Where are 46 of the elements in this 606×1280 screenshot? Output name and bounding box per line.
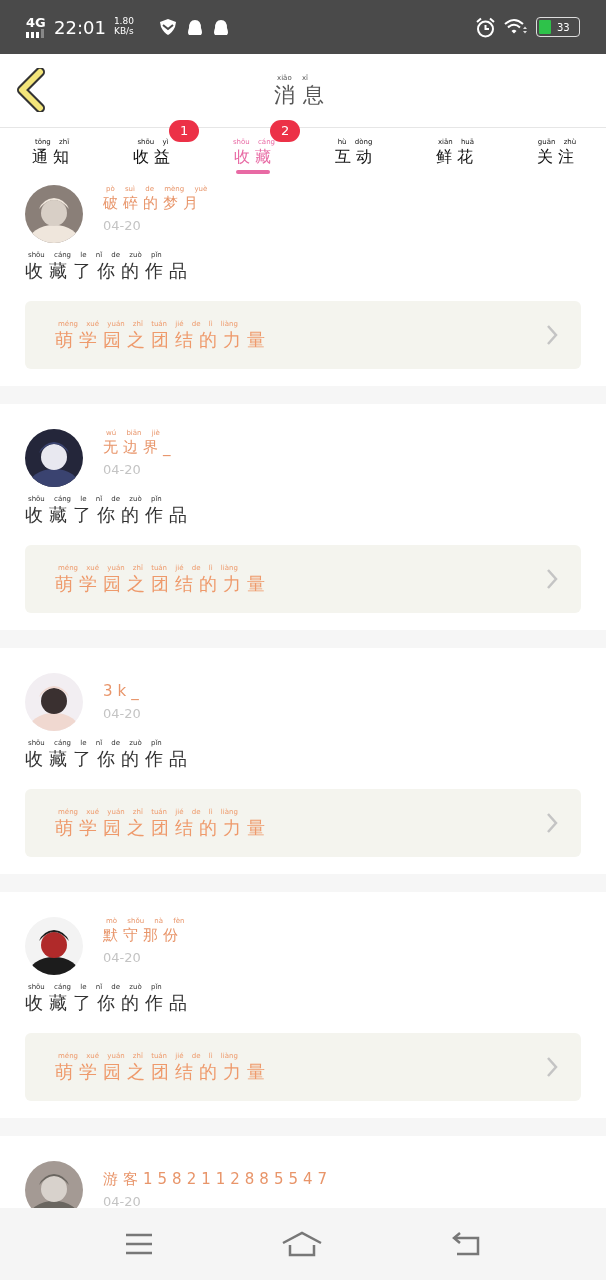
work-title: 萌学园之团结的力量	[55, 328, 271, 351]
tab[interactable]: 收益	[128, 146, 175, 167]
chevron-right-icon	[545, 324, 559, 346]
shield-icon	[157, 18, 178, 36]
tab[interactable]: 收藏	[229, 146, 276, 167]
tab[interactable]: 关注	[532, 146, 579, 167]
speed-unit: KB/s	[113, 27, 134, 37]
status-time: 22:01	[54, 15, 106, 40]
user-name[interactable]: 默守那份	[103, 926, 183, 944]
battery-icon	[539, 20, 551, 34]
wifi-icon	[504, 18, 528, 36]
message-date: 04-20	[103, 217, 142, 235]
page-title: 消息	[274, 83, 332, 107]
signal-icon	[26, 29, 46, 38]
count-badge: 1	[169, 120, 200, 142]
menu-icon[interactable]	[123, 1232, 154, 1256]
user-name[interactable]: 破碎的梦月	[103, 194, 203, 212]
back-icon[interactable]	[16, 68, 46, 112]
chevron-right-icon	[545, 812, 559, 834]
tab[interactable]: 通知	[27, 146, 74, 167]
work-title: 萌学园之团结的力量	[55, 1060, 271, 1083]
message-date: 04-20	[103, 461, 142, 479]
battery-level: 33	[557, 20, 570, 35]
work-title: 萌学园之团结的力量	[55, 816, 271, 839]
user-name[interactable]: 游客1582112885547	[103, 1170, 333, 1188]
penguin-icon	[185, 18, 204, 36]
user-name[interactable]: 无边界_	[103, 438, 176, 456]
message-date: 04-20	[103, 1193, 142, 1208]
user-name[interactable]: 3k_	[103, 682, 144, 700]
penguin-icon	[211, 18, 230, 36]
tab[interactable]: 鲜花	[431, 146, 478, 167]
message-date: 04-20	[103, 705, 142, 723]
tab-indicator	[235, 170, 270, 174]
message-text: 收藏了你的作品	[25, 748, 193, 770]
chevron-right-icon	[545, 1056, 559, 1078]
message-text: 收藏了你的作品	[25, 504, 193, 526]
network-speed: 1.80	[113, 17, 134, 27]
chevron-right-icon	[545, 568, 559, 590]
alarm-icon	[475, 16, 496, 38]
work-title: 萌学园之团结的力量	[55, 572, 271, 595]
tab[interactable]: 互动	[330, 146, 377, 167]
network-label: 4G	[26, 16, 46, 29]
home-icon[interactable]	[281, 1230, 323, 1258]
message-date: 04-20	[103, 949, 142, 967]
message-text: 收藏了你的作品	[25, 992, 193, 1014]
message-text: 收藏了你的作品	[25, 260, 193, 282]
